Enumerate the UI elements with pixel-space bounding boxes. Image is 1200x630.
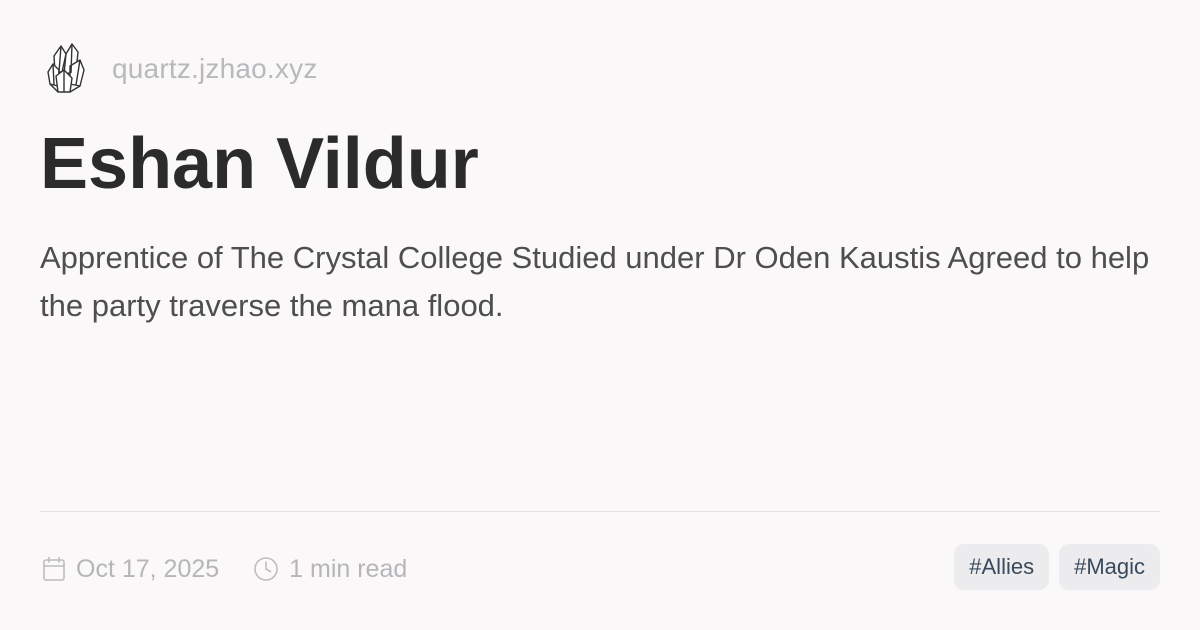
read-time: 1 min read (289, 554, 408, 583)
read-time-meta: 1 min read (253, 555, 407, 584)
page-title: Eshan Vildur (40, 124, 479, 204)
tag-allies[interactable]: #Allies (954, 544, 1050, 590)
calendar-icon (42, 556, 66, 582)
divider (40, 511, 1160, 512)
date-meta: Oct 17, 2025 (42, 555, 219, 584)
publish-date: Oct 17, 2025 (76, 554, 220, 583)
page-description: Apprentice of The Crystal College Studie… (40, 240, 1150, 323)
site-header[interactable]: quartz.jzhao.xyz (44, 42, 318, 96)
tag-list: #Allies #Magic (954, 544, 1160, 590)
crystal-cluster-icon (44, 42, 88, 96)
og-card: quartz.jzhao.xyz Eshan Vildur Apprentice… (0, 0, 1200, 630)
page-meta: Oct 17, 2025 1 min read (42, 548, 407, 590)
tag-magic[interactable]: #Magic (1059, 544, 1160, 590)
clock-icon (253, 556, 279, 582)
site-url[interactable]: quartz.jzhao.xyz (112, 53, 318, 85)
